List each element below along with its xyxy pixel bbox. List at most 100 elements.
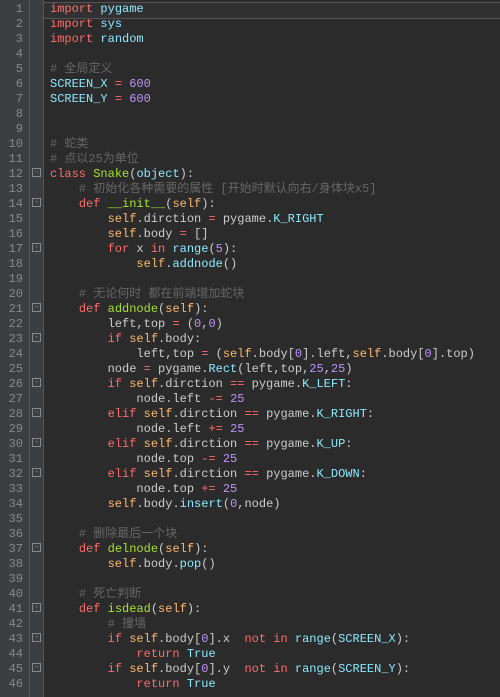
line-number: 14	[4, 197, 23, 212]
code-line[interactable]: def delnode(self):	[50, 542, 500, 557]
code-line[interactable]: def isdead(self):	[50, 602, 500, 617]
fold-marker[interactable]: -	[30, 195, 43, 210]
fold-marker[interactable]: -	[30, 465, 43, 480]
fold-marker[interactable]: -	[30, 660, 43, 675]
code-line[interactable]: elif self.dirction == pygame.K_DOWN:	[50, 467, 500, 482]
fold-marker[interactable]: -	[30, 405, 43, 420]
code-line[interactable]: node.top -= 25	[50, 452, 500, 467]
code-line[interactable]: if self.body[0].x not in range(SCREEN_X)…	[50, 632, 500, 647]
fold-marker	[30, 270, 43, 285]
fold-marker[interactable]: -	[30, 435, 43, 450]
code-line[interactable]: self.body.insert(0,node)	[50, 497, 500, 512]
line-number: 36	[4, 527, 23, 542]
line-number: 15	[4, 212, 23, 227]
fold-marker	[30, 480, 43, 495]
code-line[interactable]	[50, 47, 500, 62]
code-line[interactable]: for x in range(5):	[50, 242, 500, 257]
code-line[interactable]	[50, 122, 500, 137]
code-line[interactable]: return True	[50, 647, 500, 662]
fold-marker	[30, 60, 43, 75]
code-line[interactable]: node = pygame.Rect(left,top,25,25)	[50, 362, 500, 377]
line-number: 34	[4, 497, 23, 512]
line-number: 17	[4, 242, 23, 257]
fold-marker[interactable]: -	[30, 375, 43, 390]
code-line[interactable]: SCREEN_X = 600	[50, 77, 500, 92]
code-line[interactable]	[50, 272, 500, 287]
code-line[interactable]: # 死亡判断	[50, 587, 500, 602]
line-number: 43	[4, 632, 23, 647]
line-number: 32	[4, 467, 23, 482]
fold-marker[interactable]: -	[30, 330, 43, 345]
code-line[interactable]: elif self.dirction == pygame.K_UP:	[50, 437, 500, 452]
code-line[interactable]: class Snake(object):	[50, 167, 500, 182]
code-line[interactable]: # 撞墙	[50, 617, 500, 632]
code-line[interactable]: if self.body:	[50, 332, 500, 347]
code-line[interactable]: def __init__(self):	[50, 197, 500, 212]
code-line[interactable]: left,top = (self.body[0].left,self.body[…	[50, 347, 500, 362]
code-line[interactable]: def addnode(self):	[50, 302, 500, 317]
code-line[interactable]: # 删除最后一个块	[50, 527, 500, 542]
line-number: 22	[4, 317, 23, 332]
code-line[interactable]: self.body.pop()	[50, 557, 500, 572]
code-line[interactable]: SCREEN_Y = 600	[50, 92, 500, 107]
line-number: 18	[4, 257, 23, 272]
fold-marker[interactable]: -	[30, 600, 43, 615]
line-number: 1	[4, 2, 23, 17]
fold-marker	[30, 615, 43, 630]
line-number: 44	[4, 647, 23, 662]
fold-marker	[30, 180, 43, 195]
fold-marker	[30, 75, 43, 90]
line-number: 41	[4, 602, 23, 617]
fold-marker	[30, 90, 43, 105]
code-line[interactable]: # 点以25为单位	[50, 152, 500, 167]
line-number: 23	[4, 332, 23, 347]
code-area[interactable]: import pygameimport sysimport random # 全局…	[44, 0, 500, 697]
code-line[interactable]: if self.dirction == pygame.K_LEFT:	[50, 377, 500, 392]
fold-marker	[30, 15, 43, 30]
code-line[interactable]: import random	[50, 32, 500, 47]
code-line[interactable]: # 无论何时 都在前端增加蛇块	[50, 287, 500, 302]
line-number: 8	[4, 107, 23, 122]
code-line[interactable]: node.left -= 25	[50, 392, 500, 407]
line-number: 6	[4, 77, 23, 92]
code-line[interactable]: if self.body[0].y not in range(SCREEN_Y)…	[50, 662, 500, 677]
code-line[interactable]: import sys	[50, 17, 500, 32]
code-line[interactable]: return True	[50, 677, 500, 692]
fold-marker[interactable]: -	[30, 240, 43, 255]
line-number: 2	[4, 17, 23, 32]
fold-column[interactable]: - - - - - - - - - - - - -	[30, 0, 44, 697]
line-number: 39	[4, 572, 23, 587]
fold-marker	[30, 315, 43, 330]
line-number: 38	[4, 557, 23, 572]
fold-marker	[30, 345, 43, 360]
fold-marker[interactable]: -	[30, 165, 43, 180]
code-line[interactable]: import pygame	[50, 2, 500, 17]
fold-marker[interactable]: -	[30, 300, 43, 315]
fold-marker[interactable]: -	[30, 630, 43, 645]
code-line[interactable]	[50, 512, 500, 527]
line-number: 31	[4, 452, 23, 467]
code-line[interactable]: left,top = (0,0)	[50, 317, 500, 332]
fold-marker	[30, 105, 43, 120]
code-line[interactable]: # 全局定义	[50, 62, 500, 77]
code-line[interactable]: node.top += 25	[50, 482, 500, 497]
line-number: 29	[4, 422, 23, 437]
code-line[interactable]: # 初始化各种需要的属性 [开始时默认向右/身体块x5]	[50, 182, 500, 197]
line-number: 40	[4, 587, 23, 602]
code-line[interactable]: self.body = []	[50, 227, 500, 242]
code-line[interactable]: elif self.dirction == pygame.K_RIGHT:	[50, 407, 500, 422]
code-line[interactable]	[50, 572, 500, 587]
code-line[interactable]: self.dirction = pygame.K_RIGHT	[50, 212, 500, 227]
code-line[interactable]: node.left += 25	[50, 422, 500, 437]
fold-marker	[30, 255, 43, 270]
line-number: 30	[4, 437, 23, 452]
code-editor[interactable]: 1234567891011121314151617181920212223242…	[0, 0, 500, 697]
line-number: 24	[4, 347, 23, 362]
fold-marker[interactable]: -	[30, 540, 43, 555]
fold-marker	[30, 120, 43, 135]
code-line[interactable]: self.addnode()	[50, 257, 500, 272]
line-number-gutter: 1234567891011121314151617181920212223242…	[0, 0, 30, 697]
fold-marker	[30, 570, 43, 585]
code-line[interactable]: # 蛇类	[50, 137, 500, 152]
code-line[interactable]	[50, 107, 500, 122]
